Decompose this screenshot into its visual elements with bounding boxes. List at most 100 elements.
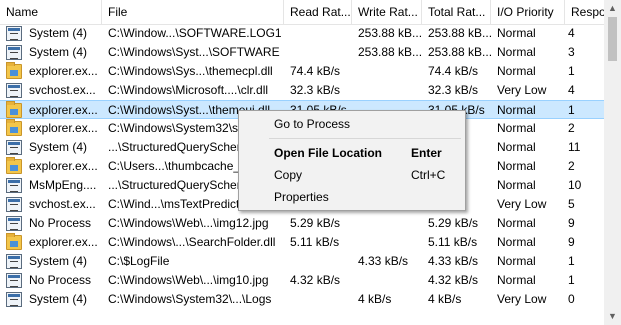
io-priority: Normal	[497, 254, 536, 268]
write-rate: 4.33 kB/s	[358, 254, 409, 268]
io-priority: Normal	[497, 121, 536, 135]
response-time: 1	[568, 64, 575, 78]
process-name: explorer.ex...	[29, 159, 98, 173]
menu-item-label: Open File Location	[274, 146, 383, 160]
process-name: System (4)	[29, 292, 88, 306]
menu-item-properties[interactable]: Properties	[239, 186, 465, 208]
total-rate: 5.29 kB/s	[428, 216, 479, 230]
read-rate	[290, 43, 352, 62]
total-rate: 253.88 kB...	[428, 45, 491, 59]
io-priority: Normal	[497, 235, 536, 249]
response-time: 9	[568, 216, 575, 230]
process-name: explorer.ex...	[29, 103, 98, 117]
io-priority: Normal	[497, 159, 536, 173]
menu-item-label: Go to Process	[274, 117, 351, 131]
menu-item-open-file-location[interactable]: Open File Location Enter	[239, 142, 465, 164]
process-name: System (4)	[29, 45, 88, 59]
column-header-total-rate[interactable]: Total Rat...	[422, 0, 491, 24]
read-rate: 5.11 kB/s	[290, 235, 340, 249]
process-name: No Process	[29, 273, 92, 287]
scrollbar-thumb[interactable]	[608, 17, 617, 61]
write-rate: 4 kB/s	[358, 292, 392, 306]
process-name: System (4)	[29, 254, 88, 268]
folder-icon	[6, 62, 22, 79]
file-path: C:\Windows\...\SearchFolder.dll	[108, 235, 276, 249]
file-path: C:\Windows\Microsoft....\clr.dll	[108, 83, 269, 97]
window-icon	[6, 254, 22, 269]
menu-item-shortcut: Ctrl+C	[411, 168, 446, 182]
response-time: 1	[568, 254, 575, 268]
response-time: 3	[568, 45, 575, 59]
file-path: C:\Windows\Web\...\img10.jpg	[108, 273, 269, 287]
table-row[interactable]: System (4) C:\$LogFile 4.33 kB/s 4.33 kB/s N…	[0, 252, 604, 271]
window-icon	[6, 197, 22, 212]
column-header-name[interactable]: Name	[0, 0, 102, 24]
table-row[interactable]: explorer.ex... C:\Windows\Sys...\themecpl…	[0, 62, 604, 81]
menu-item-label: Copy	[274, 168, 303, 182]
table-row[interactable]: System (4) C:\Windows\System32\...\Logs 4 …	[0, 290, 604, 309]
table-row[interactable]: System (4) C:\Window...\SOFTWARE.LOG1 253.…	[0, 24, 604, 43]
scroll-up-icon[interactable]: ▲	[604, 0, 621, 17]
window-icon	[6, 216, 22, 231]
window-icon	[6, 83, 22, 98]
table-row[interactable]: System (4) C:\Windows\Syst...\SOFTWARE 253…	[0, 43, 604, 62]
response-time: 9	[568, 235, 575, 249]
process-name: System (4)	[29, 140, 88, 154]
response-time: 0	[568, 292, 575, 306]
response-time: 11	[568, 140, 581, 154]
read-rate: 5.29 kB/s	[290, 216, 341, 230]
scroll-down-icon[interactable]: ▼	[604, 308, 621, 325]
folder-icon	[6, 119, 22, 136]
write-rate	[358, 214, 422, 233]
total-rate: 74.4 kB/s	[428, 64, 479, 78]
write-rate	[358, 62, 422, 81]
write-rate: 253.88 kB...	[358, 26, 422, 40]
write-rate	[358, 81, 422, 100]
context-menu: Go to Process Open File Location Enter C…	[238, 110, 466, 211]
response-time: 1	[568, 103, 575, 117]
response-time: 2	[568, 121, 575, 135]
menu-item-copy[interactable]: Copy Ctrl+C	[239, 164, 465, 186]
write-rate	[358, 233, 422, 252]
read-rate: 4.32 kB/s	[290, 273, 341, 287]
table-row[interactable]: explorer.ex... C:\Windows\...\SearchFolde…	[0, 233, 604, 252]
column-header-file[interactable]: File	[102, 0, 284, 24]
process-name: explorer.ex...	[29, 121, 98, 135]
total-rate: 4.33 kB/s	[428, 254, 479, 268]
io-priority: Normal	[497, 26, 536, 40]
menu-item-go-to-process[interactable]: Go to Process	[239, 113, 465, 135]
column-header: Name File Read Rat... Write Rat... Total…	[0, 0, 604, 25]
window-icon	[6, 140, 22, 155]
table-row[interactable]: svchost.ex... C:\Windows\Microsoft....\cl…	[0, 81, 604, 100]
window-icon	[6, 26, 22, 41]
column-header-write-rate[interactable]: Write Rat...	[352, 0, 422, 24]
column-header-response[interactable]: Respo	[565, 0, 604, 24]
io-priority: Normal	[497, 140, 536, 154]
io-priority: Normal	[497, 45, 536, 59]
file-path: C:\$LogFile	[108, 254, 170, 268]
total-rate: 4.32 kB/s	[428, 273, 479, 287]
process-name: MsMpEng....	[29, 178, 97, 192]
total-rate: 32.3 kB/s	[428, 83, 479, 97]
table-row[interactable]: No Process C:\Windows\Web\...\img12.jpg 5.…	[0, 214, 604, 233]
file-path: C:\Windows\System32\...\Logs	[108, 292, 272, 306]
column-header-read-rate[interactable]: Read Rat...	[284, 0, 352, 24]
read-rate	[290, 24, 352, 43]
process-name: svchost.ex...	[29, 197, 96, 211]
read-rate: 74.4 kB/s	[290, 64, 341, 78]
process-name: No Process	[29, 216, 92, 230]
column-header-io-priority[interactable]: I/O Priority	[491, 0, 565, 24]
process-name: svchost.ex...	[29, 83, 96, 97]
response-time: 2	[568, 159, 575, 173]
menu-item-label: Properties	[274, 190, 329, 204]
response-time: 5	[568, 197, 575, 211]
folder-icon	[6, 233, 22, 250]
response-time: 4	[568, 83, 575, 97]
total-rate: 253.88 kB...	[428, 26, 491, 40]
menu-item-shortcut: Enter	[411, 146, 442, 160]
table-row[interactable]: No Process C:\Windows\Web\...\img10.jpg 4.…	[0, 271, 604, 290]
file-path: C:\Window...\SOFTWARE.LOG1	[108, 26, 282, 40]
io-priority: Normal	[497, 103, 536, 117]
read-rate	[290, 252, 352, 271]
vertical-scrollbar[interactable]: ▲ ▼	[604, 0, 621, 325]
